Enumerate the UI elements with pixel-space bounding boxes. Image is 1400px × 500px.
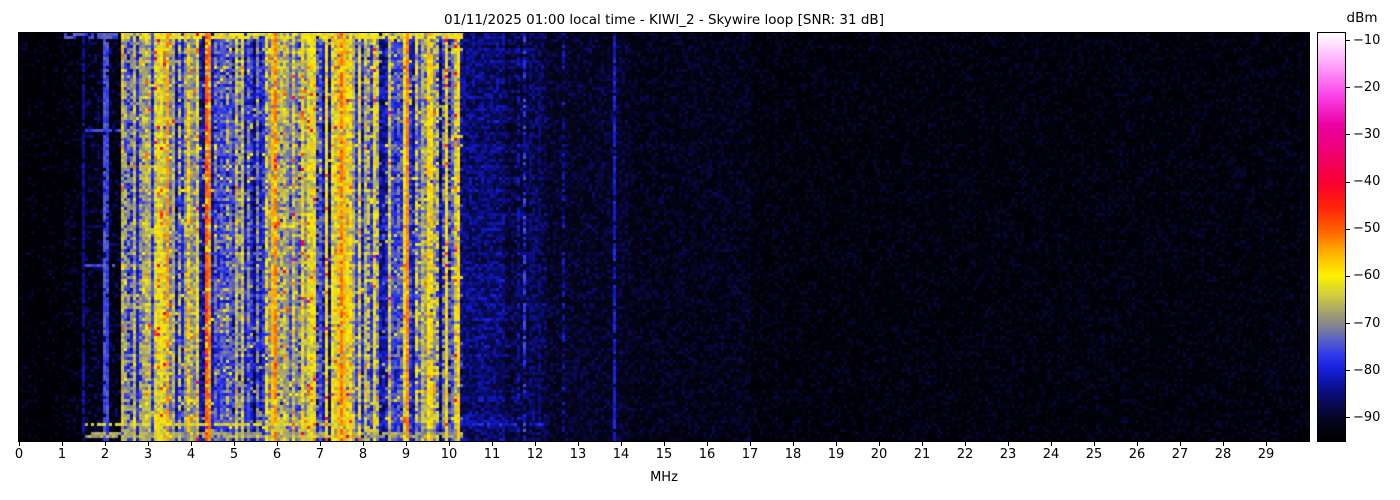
colorbar-tick-label: −60 <box>1353 268 1381 284</box>
x-tick-mark <box>750 442 751 446</box>
x-tick-mark <box>1094 442 1095 446</box>
x-tick-mark <box>320 442 321 446</box>
x-tick-label: 1 <box>57 447 67 462</box>
colorbar-tick-mark <box>1346 181 1350 183</box>
chart-title: 01/11/2025 01:00 local time - KIWI_2 - S… <box>444 12 884 28</box>
x-tick-label: 5 <box>229 447 239 462</box>
x-tick-mark <box>492 442 493 446</box>
x-tick-mark <box>406 442 407 446</box>
x-tick-label: 20 <box>870 447 888 462</box>
x-tick-mark <box>1008 442 1009 446</box>
colorbar-tick-mark <box>1346 370 1350 372</box>
x-tick-mark <box>578 442 579 446</box>
x-tick-mark <box>19 442 20 446</box>
x-tick-label: 4 <box>186 447 196 462</box>
x-tick-mark <box>1180 442 1181 446</box>
x-tick-label: 0 <box>14 447 24 462</box>
colorbar-tick-label: −80 <box>1353 362 1381 378</box>
waterfall-plot-area <box>18 32 1310 442</box>
colorbar-tick-label: −30 <box>1353 126 1381 142</box>
x-tick-label: 25 <box>1085 447 1103 462</box>
x-tick-label: 10 <box>440 447 458 462</box>
x-tick-mark <box>965 442 966 446</box>
colorbar-tick-mark <box>1346 228 1350 230</box>
x-tick-label: 6 <box>272 447 282 462</box>
x-tick-label: 24 <box>1042 447 1060 462</box>
x-tick-label: 7 <box>315 447 325 462</box>
colorbar-tick-label: −70 <box>1353 315 1381 331</box>
x-tick-label: 29 <box>1257 447 1275 462</box>
x-tick-label: 2 <box>100 447 110 462</box>
x-tick-mark <box>62 442 63 446</box>
x-tick-mark <box>449 442 450 446</box>
x-tick-mark <box>1223 442 1224 446</box>
x-tick-mark <box>1266 442 1267 446</box>
x-tick-label: 11 <box>483 447 501 462</box>
colorbar-gradient-canvas <box>1318 33 1345 441</box>
colorbar-tick-mark <box>1346 87 1350 89</box>
x-tick-label: 9 <box>401 447 411 462</box>
x-tick-mark <box>148 442 149 446</box>
x-tick-label: 18 <box>784 447 802 462</box>
colorbar-tick-mark <box>1346 275 1350 277</box>
x-tick-label: 14 <box>612 447 630 462</box>
x-axis-label: MHz <box>650 470 678 485</box>
colorbar-tick-label: −10 <box>1353 32 1381 48</box>
colorbar-tick-mark <box>1346 417 1350 419</box>
x-tick-label: 15 <box>655 447 673 462</box>
waterfall-heatmap-canvas <box>19 33 1309 441</box>
x-tick-mark <box>1137 442 1138 446</box>
x-tick-label: 19 <box>827 447 845 462</box>
colorbar-tick-label: −40 <box>1353 174 1381 190</box>
x-tick-mark <box>707 442 708 446</box>
x-tick-label: 16 <box>698 447 716 462</box>
x-tick-label: 17 <box>741 447 759 462</box>
x-tick-mark <box>879 442 880 446</box>
x-tick-label: 26 <box>1128 447 1146 462</box>
x-tick-mark <box>535 442 536 446</box>
x-tick-mark <box>105 442 106 446</box>
x-tick-label: 27 <box>1171 447 1189 462</box>
x-tick-label: 23 <box>999 447 1017 462</box>
x-tick-mark <box>922 442 923 446</box>
colorbar-tick-mark <box>1346 40 1350 42</box>
x-tick-label: 22 <box>956 447 974 462</box>
colorbar <box>1317 32 1346 442</box>
x-tick-mark <box>363 442 364 446</box>
x-tick-label: 21 <box>913 447 931 462</box>
x-tick-mark <box>1051 442 1052 446</box>
x-tick-mark <box>191 442 192 446</box>
x-tick-mark <box>277 442 278 446</box>
colorbar-unit-label: dBm <box>1346 10 1378 26</box>
x-tick-mark <box>793 442 794 446</box>
x-tick-label: 8 <box>358 447 368 462</box>
x-tick-label: 12 <box>526 447 544 462</box>
colorbar-tick-mark <box>1346 323 1350 325</box>
colorbar-tick-label: −90 <box>1353 409 1381 425</box>
spectrogram-figure: 01/11/2025 01:00 local time - KIWI_2 - S… <box>0 0 1400 500</box>
x-tick-label: 3 <box>143 447 153 462</box>
x-tick-mark <box>836 442 837 446</box>
colorbar-tick-mark <box>1346 134 1350 136</box>
x-tick-label: 13 <box>569 447 587 462</box>
x-tick-mark <box>234 442 235 446</box>
x-tick-mark <box>664 442 665 446</box>
x-tick-mark <box>621 442 622 446</box>
colorbar-tick-label: −20 <box>1353 79 1381 95</box>
colorbar-tick-label: −50 <box>1353 221 1381 237</box>
x-tick-label: 28 <box>1214 447 1232 462</box>
